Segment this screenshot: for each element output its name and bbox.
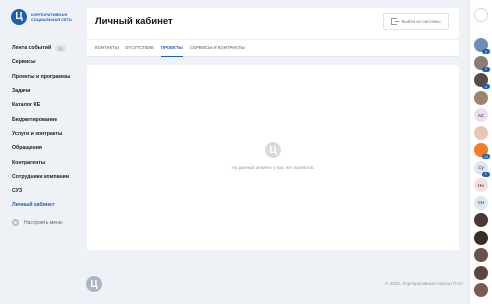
sidebar-item-account[interactable]: Личный кабинет: [12, 198, 84, 212]
sidebar-item-label: СУЗ: [12, 188, 23, 195]
sidebar-item-tasks[interactable]: Задачи: [12, 84, 84, 98]
contact-avatar[interactable]: Нн: [474, 178, 488, 192]
projects-content: Ц На данный момент у вас нет проектов.: [87, 65, 459, 250]
customize-menu-label: Настроить меню: [24, 219, 63, 226]
unread-count-badge: 2: [482, 49, 490, 54]
sidebar-item-label: Задачи: [12, 88, 31, 95]
contact-avatar[interactable]: [474, 248, 488, 262]
contact-avatar[interactable]: 4: [474, 73, 490, 89]
sidebar-item-catalog[interactable]: Каталог КЕ: [12, 98, 84, 112]
contact-avatar[interactable]: [474, 283, 488, 297]
brand-name: КОРПОРАТИВНАЯ СОЦИАЛЬНАЯ СЕТЬ: [31, 12, 72, 22]
page-header: Личный кабинет Выйти из системы: [87, 8, 459, 39]
avatar-initials: АС: [477, 112, 485, 118]
contact-avatar[interactable]: 2: [474, 38, 490, 54]
sidebar-item-label: Обращения: [12, 145, 42, 152]
contact-avatar[interactable]: АС: [474, 108, 488, 122]
page-title: Личный кабинет: [95, 16, 173, 27]
avatar-initials: Нн: [478, 182, 484, 188]
contact-avatar[interactable]: СН: [474, 195, 488, 210]
contact-avatar[interactable]: 2: [474, 55, 490, 72]
count-badge: 12: [55, 44, 66, 52]
brand-logo[interactable]: Ц КОРПОРАТИВНАЯ СОЦИАЛЬНАЯ СЕТЬ: [11, 9, 77, 25]
empty-state-logo-icon: Ц: [265, 142, 281, 158]
sidebar-item-label: Каталог КЕ: [12, 102, 41, 109]
avatar-initials: Су: [478, 165, 484, 170]
sidebar-item-label: Проекты и программы: [12, 73, 71, 80]
logout-label: Выйти из системы: [401, 19, 441, 24]
contact-avatar[interactable]: 10: [474, 143, 490, 159]
sidebar-item-projects[interactable]: Проекты и программы: [12, 70, 84, 84]
sidebar-item-contracts[interactable]: Услуги и контракты: [12, 127, 84, 141]
empty-state-message: На данный момент у вас нет проектов.: [231, 165, 315, 170]
sidebar-item-employees[interactable]: Сотрудники компании: [12, 170, 84, 184]
gear-icon: [12, 219, 19, 226]
logout-icon: [391, 18, 400, 25]
sidebar-item-suz[interactable]: СУЗ: [12, 184, 84, 198]
contact-avatar[interactable]: [474, 230, 488, 245]
rail-toggle[interactable]: [474, 8, 488, 22]
tab-contacts[interactable]: Контакты: [95, 40, 119, 56]
sidebar-nav: Лента событий 12 Сервисы Проекты и прогр…: [12, 41, 84, 213]
unread-count-badge: 10: [482, 154, 490, 159]
unread-count-badge: 2: [482, 66, 490, 72]
avatar-initials: СН: [477, 200, 485, 205]
sidebar-item-label: Личный кабинет: [12, 202, 55, 209]
contact-avatar[interactable]: [474, 265, 488, 280]
contact-avatar[interactable]: [474, 125, 488, 140]
sidebar-item-label: Лента событий: [12, 45, 52, 52]
sidebar-item-label: Контрагенты: [12, 159, 46, 166]
sidebar-item-label: Услуги и контракты: [12, 130, 63, 137]
sidebar-item-requests[interactable]: Обращения: [12, 141, 84, 155]
sidebar-item-counterparties[interactable]: Контрагенты: [12, 155, 84, 169]
tab-bar: Контакты Отсутствие Проекты Сервисы и ко…: [87, 39, 459, 57]
tab-projects[interactable]: Проекты: [161, 40, 183, 57]
brand-logo-icon: Ц: [11, 9, 27, 25]
contacts-rail: 2 2 4 АС 10 Су 1 Нн СН: [469, 0, 492, 304]
logout-button[interactable]: Выйти из системы: [383, 13, 449, 30]
tab-absence[interactable]: Отсутствие: [125, 40, 154, 56]
sidebar-item-budgeting[interactable]: Бюджетирование: [12, 112, 84, 126]
contact-avatar[interactable]: [474, 90, 488, 105]
sidebar-item-label: Сотрудники компании: [12, 173, 70, 180]
footer-logo-icon: Ц: [86, 276, 102, 292]
sidebar-item-label: Бюджетирование: [12, 116, 58, 123]
contact-avatar[interactable]: [474, 213, 488, 227]
sidebar-item-services[interactable]: Сервисы: [12, 55, 84, 69]
unread-count-badge: 1: [482, 171, 490, 177]
customize-menu-button[interactable]: Настроить меню: [12, 219, 63, 226]
sidebar-item-feed[interactable]: Лента событий 12: [12, 41, 84, 55]
footer-copyright: © 2020, Корпоративный портал ПАО: [385, 281, 463, 286]
sidebar: Ц КОРПОРАТИВНАЯ СОЦИАЛЬНАЯ СЕТЬ Лента со…: [0, 0, 86, 304]
main-panel: Личный кабинет Выйти из системы Контакты…: [87, 8, 459, 250]
unread-count-badge: 4: [482, 84, 490, 89]
contact-avatar[interactable]: Су 1: [474, 160, 490, 177]
sidebar-item-label: Сервисы: [12, 59, 36, 66]
tab-services-contracts[interactable]: Сервисы и контракты: [190, 40, 245, 56]
